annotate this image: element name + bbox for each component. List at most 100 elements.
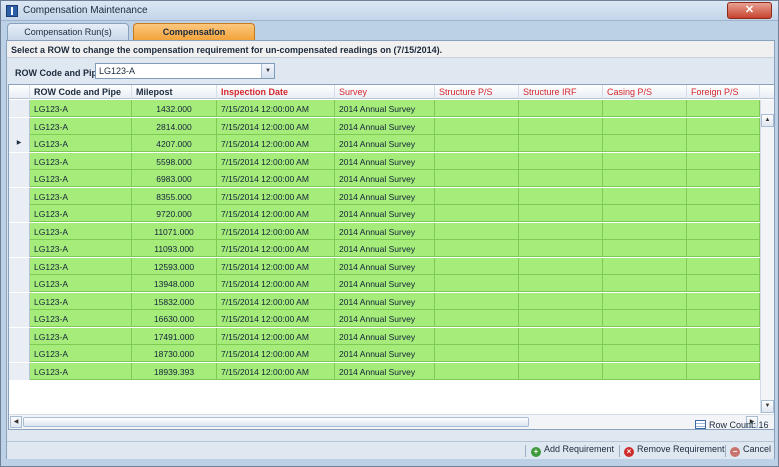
cell-structure-ps[interactable] [435,222,519,240]
cell-milepost[interactable]: 18730.000 [132,345,217,362]
cell-foreign-ps[interactable] [687,257,760,275]
cell-milepost[interactable]: 1432.000 [132,100,217,117]
table-row[interactable]: LG123-A 11071.000 7/15/2014 12:00:00 AM 201… [9,222,760,240]
cell-casing-ps[interactable] [603,292,687,310]
cell-casing-ps[interactable] [603,240,687,257]
cell-row-code[interactable]: LG123-A [30,117,132,135]
tab-compensation-runs[interactable]: Compensation Run(s) [7,23,129,40]
cell-structure-ps[interactable] [435,240,519,257]
cell-structure-ps[interactable] [435,257,519,275]
cell-structure-irf[interactable] [519,170,603,187]
cell-structure-irf[interactable] [519,240,603,257]
row-selector[interactable] [9,292,30,310]
row-selector[interactable] [9,100,30,117]
table-row[interactable]: LG123-A 5598.000 7/15/2014 12:00:00 AM 2014… [9,152,760,170]
row-selector[interactable] [9,345,30,362]
cell-inspection-date[interactable]: 7/15/2014 12:00:00 AM [217,310,335,327]
cell-inspection-date[interactable]: 7/15/2014 12:00:00 AM [217,222,335,240]
cell-row-code[interactable]: LG123-A [30,170,132,187]
cell-foreign-ps[interactable] [687,240,760,257]
cell-casing-ps[interactable] [603,170,687,187]
cell-survey[interactable]: 2014 Annual Survey [335,310,435,327]
table-row[interactable]: LG123-A 18939.393 7/15/2014 12:00:00 AM 201… [9,362,760,380]
cell-structure-ps[interactable] [435,100,519,117]
table-row[interactable]: LG123-A 13948.000 7/15/2014 12:00:00 AM 201… [9,275,760,292]
row-selector[interactable]: ▶ [9,135,30,152]
cell-casing-ps[interactable] [603,135,687,152]
cell-inspection-date[interactable]: 7/15/2014 12:00:00 AM [217,240,335,257]
cancel-button[interactable]: − Cancel [730,444,771,458]
cell-foreign-ps[interactable] [687,327,760,345]
cell-survey[interactable]: 2014 Annual Survey [335,135,435,152]
cell-foreign-ps[interactable] [687,152,760,170]
cell-row-code[interactable]: LG123-A [30,135,132,152]
cell-inspection-date[interactable]: 7/15/2014 12:00:00 AM [217,117,335,135]
cell-row-code[interactable]: LG123-A [30,257,132,275]
row-selector[interactable] [9,310,30,327]
cell-survey[interactable]: 2014 Annual Survey [335,292,435,310]
cell-survey[interactable]: 2014 Annual Survey [335,362,435,380]
cell-structure-irf[interactable] [519,100,603,117]
cell-casing-ps[interactable] [603,257,687,275]
cell-inspection-date[interactable]: 7/15/2014 12:00:00 AM [217,205,335,222]
cell-casing-ps[interactable] [603,345,687,362]
cell-foreign-ps[interactable] [687,135,760,152]
cell-casing-ps[interactable] [603,187,687,205]
cell-survey[interactable]: 2014 Annual Survey [335,275,435,292]
cell-structure-irf[interactable] [519,135,603,152]
row-selector[interactable] [9,362,30,380]
cell-inspection-date[interactable]: 7/15/2014 12:00:00 AM [217,170,335,187]
table-row[interactable]: LG123-A 17491.000 7/15/2014 12:00:00 AM 201… [9,327,760,345]
cell-survey[interactable]: 2014 Annual Survey [335,100,435,117]
cell-inspection-date[interactable]: 7/15/2014 12:00:00 AM [217,257,335,275]
row-selector[interactable] [9,257,30,275]
cell-survey[interactable]: 2014 Annual Survey [335,205,435,222]
cell-inspection-date[interactable]: 7/15/2014 12:00:00 AM [217,100,335,117]
cell-structure-ps[interactable] [435,362,519,380]
add-requirement-button[interactable]: + Add Requirement [531,444,614,458]
cell-structure-irf[interactable] [519,187,603,205]
scroll-left-icon[interactable]: ◀ [10,416,22,428]
cell-structure-irf[interactable] [519,222,603,240]
cell-row-code[interactable]: LG123-A [30,240,132,257]
cell-milepost[interactable]: 5598.000 [132,152,217,170]
cell-survey[interactable]: 2014 Annual Survey [335,152,435,170]
cell-casing-ps[interactable] [603,205,687,222]
row-selector[interactable] [9,170,30,187]
cell-milepost[interactable]: 12593.000 [132,257,217,275]
cell-structure-irf[interactable] [519,117,603,135]
scroll-down-icon[interactable]: ▼ [761,400,774,413]
cell-survey[interactable]: 2014 Annual Survey [335,117,435,135]
cell-structure-irf[interactable] [519,310,603,327]
row-selector[interactable] [9,240,30,257]
cell-structure-irf[interactable] [519,152,603,170]
cell-survey[interactable]: 2014 Annual Survey [335,222,435,240]
cell-structure-ps[interactable] [435,205,519,222]
table-row[interactable]: LG123-A 6983.000 7/15/2014 12:00:00 AM 2014… [9,170,760,187]
cell-structure-ps[interactable] [435,117,519,135]
cell-foreign-ps[interactable] [687,345,760,362]
cell-milepost[interactable]: 11071.000 [132,222,217,240]
row-selector[interactable] [9,327,30,345]
column-header-casing-ps[interactable]: Casing P/S [603,85,687,99]
close-button[interactable]: ✕ [727,2,772,19]
cell-milepost[interactable]: 16630.000 [132,310,217,327]
cell-foreign-ps[interactable] [687,100,760,117]
cell-structure-ps[interactable] [435,170,519,187]
vertical-scrollbar[interactable]: ▲ ▼ [760,100,774,413]
column-header-inspection-date[interactable]: Inspection Date [217,85,335,99]
table-row[interactable]: ▶ LG123-A 4207.000 7/15/2014 12:00:00 AM 201… [9,135,760,152]
cell-row-code[interactable]: LG123-A [30,152,132,170]
cell-milepost[interactable]: 17491.000 [132,327,217,345]
cell-foreign-ps[interactable] [687,310,760,327]
cell-row-code[interactable]: LG123-A [30,187,132,205]
cell-foreign-ps[interactable] [687,170,760,187]
cell-casing-ps[interactable] [603,310,687,327]
cell-foreign-ps[interactable] [687,117,760,135]
cell-inspection-date[interactable]: 7/15/2014 12:00:00 AM [217,135,335,152]
cell-structure-ps[interactable] [435,327,519,345]
column-header-structure-ps[interactable]: Structure P/S [435,85,519,99]
remove-requirement-button[interactable]: × Remove Requirement [624,444,725,458]
cell-foreign-ps[interactable] [687,187,760,205]
table-row[interactable]: LG123-A 8355.000 7/15/2014 12:00:00 AM 2014… [9,187,760,205]
